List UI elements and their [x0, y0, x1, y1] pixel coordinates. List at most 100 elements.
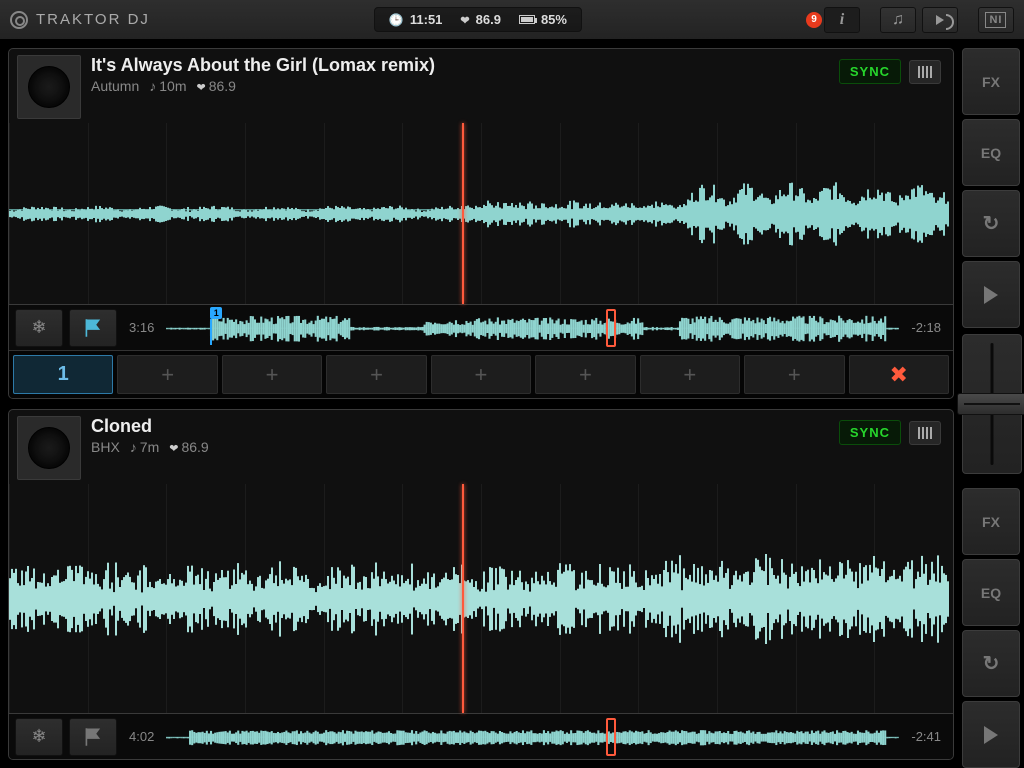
- traktor-logo-icon: [10, 11, 28, 29]
- crossfader[interactable]: [962, 334, 1022, 474]
- app-name: TRAKTOR DJ: [36, 11, 150, 28]
- hotcue-7[interactable]: +: [640, 355, 740, 394]
- deck-a-eq-button[interactable]: EQ: [962, 119, 1020, 186]
- info-icon: [840, 11, 844, 29]
- deck-a-transport-row: 3:16 1 -2:18: [9, 304, 953, 350]
- deck-b-overview[interactable]: [166, 722, 899, 752]
- loop-icon: [983, 651, 1000, 676]
- deck-b-play-button[interactable]: [962, 701, 1020, 768]
- vinyl-icon: [28, 66, 70, 108]
- deck-a-elapsed: 3:16: [123, 320, 160, 335]
- status-bar: TRAKTOR DJ 11:51 86.9 85% 9 NI: [0, 0, 1024, 40]
- hotcue-6[interactable]: +: [535, 355, 635, 394]
- clock-icon: [389, 12, 404, 27]
- deck-a-key: 10m: [159, 78, 186, 94]
- deck-b-transport-row: 4:02 -2:41: [9, 713, 953, 759]
- deck-b-key: 7m: [140, 439, 159, 455]
- deck-b-playhead: [462, 484, 464, 713]
- deck-a-fx-button[interactable]: FX: [962, 48, 1020, 115]
- deck-b: Cloned BHX 7m 86.9 SYNC: [8, 409, 954, 760]
- bpm-value: 86.9: [476, 12, 501, 27]
- key-icon: [149, 78, 156, 94]
- deck-a-freeze-button[interactable]: [15, 309, 63, 347]
- deck-b-waveform[interactable]: [9, 484, 953, 713]
- heartbeat-icon: [460, 12, 469, 27]
- cue-marker[interactable]: 1: [210, 307, 222, 319]
- deck-b-cue-flag-button[interactable]: [69, 718, 117, 756]
- clock-value: 11:51: [410, 12, 443, 27]
- deck-b-view-button[interactable]: [909, 421, 941, 445]
- battery-display: 85%: [519, 12, 567, 27]
- deck-a-sync-button[interactable]: SYNC: [839, 59, 901, 84]
- hotcue-delete[interactable]: ✖: [849, 355, 949, 394]
- native-instruments-logo-icon: NI: [985, 12, 1006, 28]
- heartbeat-icon: [169, 439, 178, 455]
- deck-a-view-button[interactable]: [909, 60, 941, 84]
- deck-a-play-button[interactable]: [962, 261, 1020, 328]
- app-brand: TRAKTOR DJ: [10, 11, 150, 29]
- ni-logo-button[interactable]: NI: [978, 7, 1014, 33]
- side-panel: FX EQ FX EQ: [962, 40, 1024, 768]
- heartbeat-icon: [196, 78, 205, 94]
- hotcue-4[interactable]: +: [326, 355, 426, 394]
- status-group: 11:51 86.9 85%: [374, 7, 582, 32]
- deck-b-fx-button[interactable]: FX: [962, 488, 1020, 555]
- deck-b-eq-button[interactable]: EQ: [962, 559, 1020, 626]
- deck-a-cue-flag-button[interactable]: [69, 309, 117, 347]
- deck-b-controls: FX EQ: [962, 480, 1024, 768]
- deck-b-artwork[interactable]: [17, 416, 81, 480]
- play-icon: [984, 286, 998, 304]
- deck-a-bpm: 86.9: [209, 78, 236, 94]
- clock-display: 11:51: [389, 12, 443, 27]
- deck-a-artwork[interactable]: [17, 55, 81, 119]
- hotcue-3[interactable]: +: [222, 355, 322, 394]
- deck-b-sync-button[interactable]: SYNC: [839, 420, 901, 445]
- hotcue-2[interactable]: +: [117, 355, 217, 394]
- deck-a-waveform[interactable]: [9, 123, 953, 304]
- deck-b-loop-button[interactable]: [962, 630, 1020, 697]
- deck-a-hotcue-row: 1 + + + + + + + ✖: [9, 350, 953, 398]
- deck-a-overview[interactable]: 1: [166, 313, 899, 343]
- crossfader-handle[interactable]: [957, 393, 1024, 415]
- volume-button[interactable]: [922, 7, 958, 33]
- snowflake-icon: [31, 317, 46, 338]
- deck-a-artist: Autumn: [91, 78, 139, 94]
- deck-a-controls: FX EQ: [962, 40, 1024, 328]
- hotcue-8[interactable]: +: [744, 355, 844, 394]
- deck-b-artist: BHX: [91, 439, 120, 455]
- deck-b-track-meta: BHX 7m 86.9: [91, 439, 209, 455]
- deck-a: It's Always About the Girl (Lomax remix)…: [8, 48, 954, 399]
- deck-a-loop-button[interactable]: [962, 190, 1020, 257]
- deck-b-remain: -2:41: [905, 729, 947, 744]
- browser-button[interactable]: [880, 7, 916, 33]
- deck-b-track-title: Cloned: [91, 416, 209, 437]
- key-icon: [130, 439, 137, 455]
- deck-b-freeze-button[interactable]: [15, 718, 63, 756]
- speaker-icon: [936, 15, 944, 25]
- bpm-display: 86.9: [460, 12, 501, 27]
- deck-a-remain: -2:18: [905, 320, 947, 335]
- flag-icon: [82, 317, 104, 339]
- battery-value: 85%: [541, 12, 567, 27]
- info-button[interactable]: [824, 7, 860, 33]
- deck-a-track-title: It's Always About the Girl (Lomax remix): [91, 55, 435, 76]
- deck-b-mini-wave: [166, 722, 899, 753]
- deck-a-wave-svg: [9, 179, 949, 249]
- battery-icon: [519, 15, 535, 24]
- deck-b-overview-position[interactable]: [606, 718, 616, 756]
- deck-a-overview-position[interactable]: [606, 309, 616, 347]
- deck-b-elapsed: 4:02: [123, 729, 160, 744]
- hotcue-5[interactable]: +: [431, 355, 531, 394]
- loop-icon: [983, 211, 1000, 236]
- vinyl-icon: [28, 427, 70, 469]
- deck-a-mini-wave: [166, 313, 899, 344]
- notification-badge[interactable]: 9: [806, 12, 822, 28]
- deck-a-playhead: [462, 123, 464, 304]
- snowflake-icon: [31, 726, 46, 747]
- play-icon: [984, 726, 998, 744]
- deck-b-wave-svg: [9, 554, 949, 644]
- music-note-icon: [892, 11, 904, 29]
- hotcue-1[interactable]: 1: [13, 355, 113, 394]
- deck-a-track-meta: Autumn 10m 86.9: [91, 78, 435, 94]
- deck-b-bpm: 86.9: [181, 439, 208, 455]
